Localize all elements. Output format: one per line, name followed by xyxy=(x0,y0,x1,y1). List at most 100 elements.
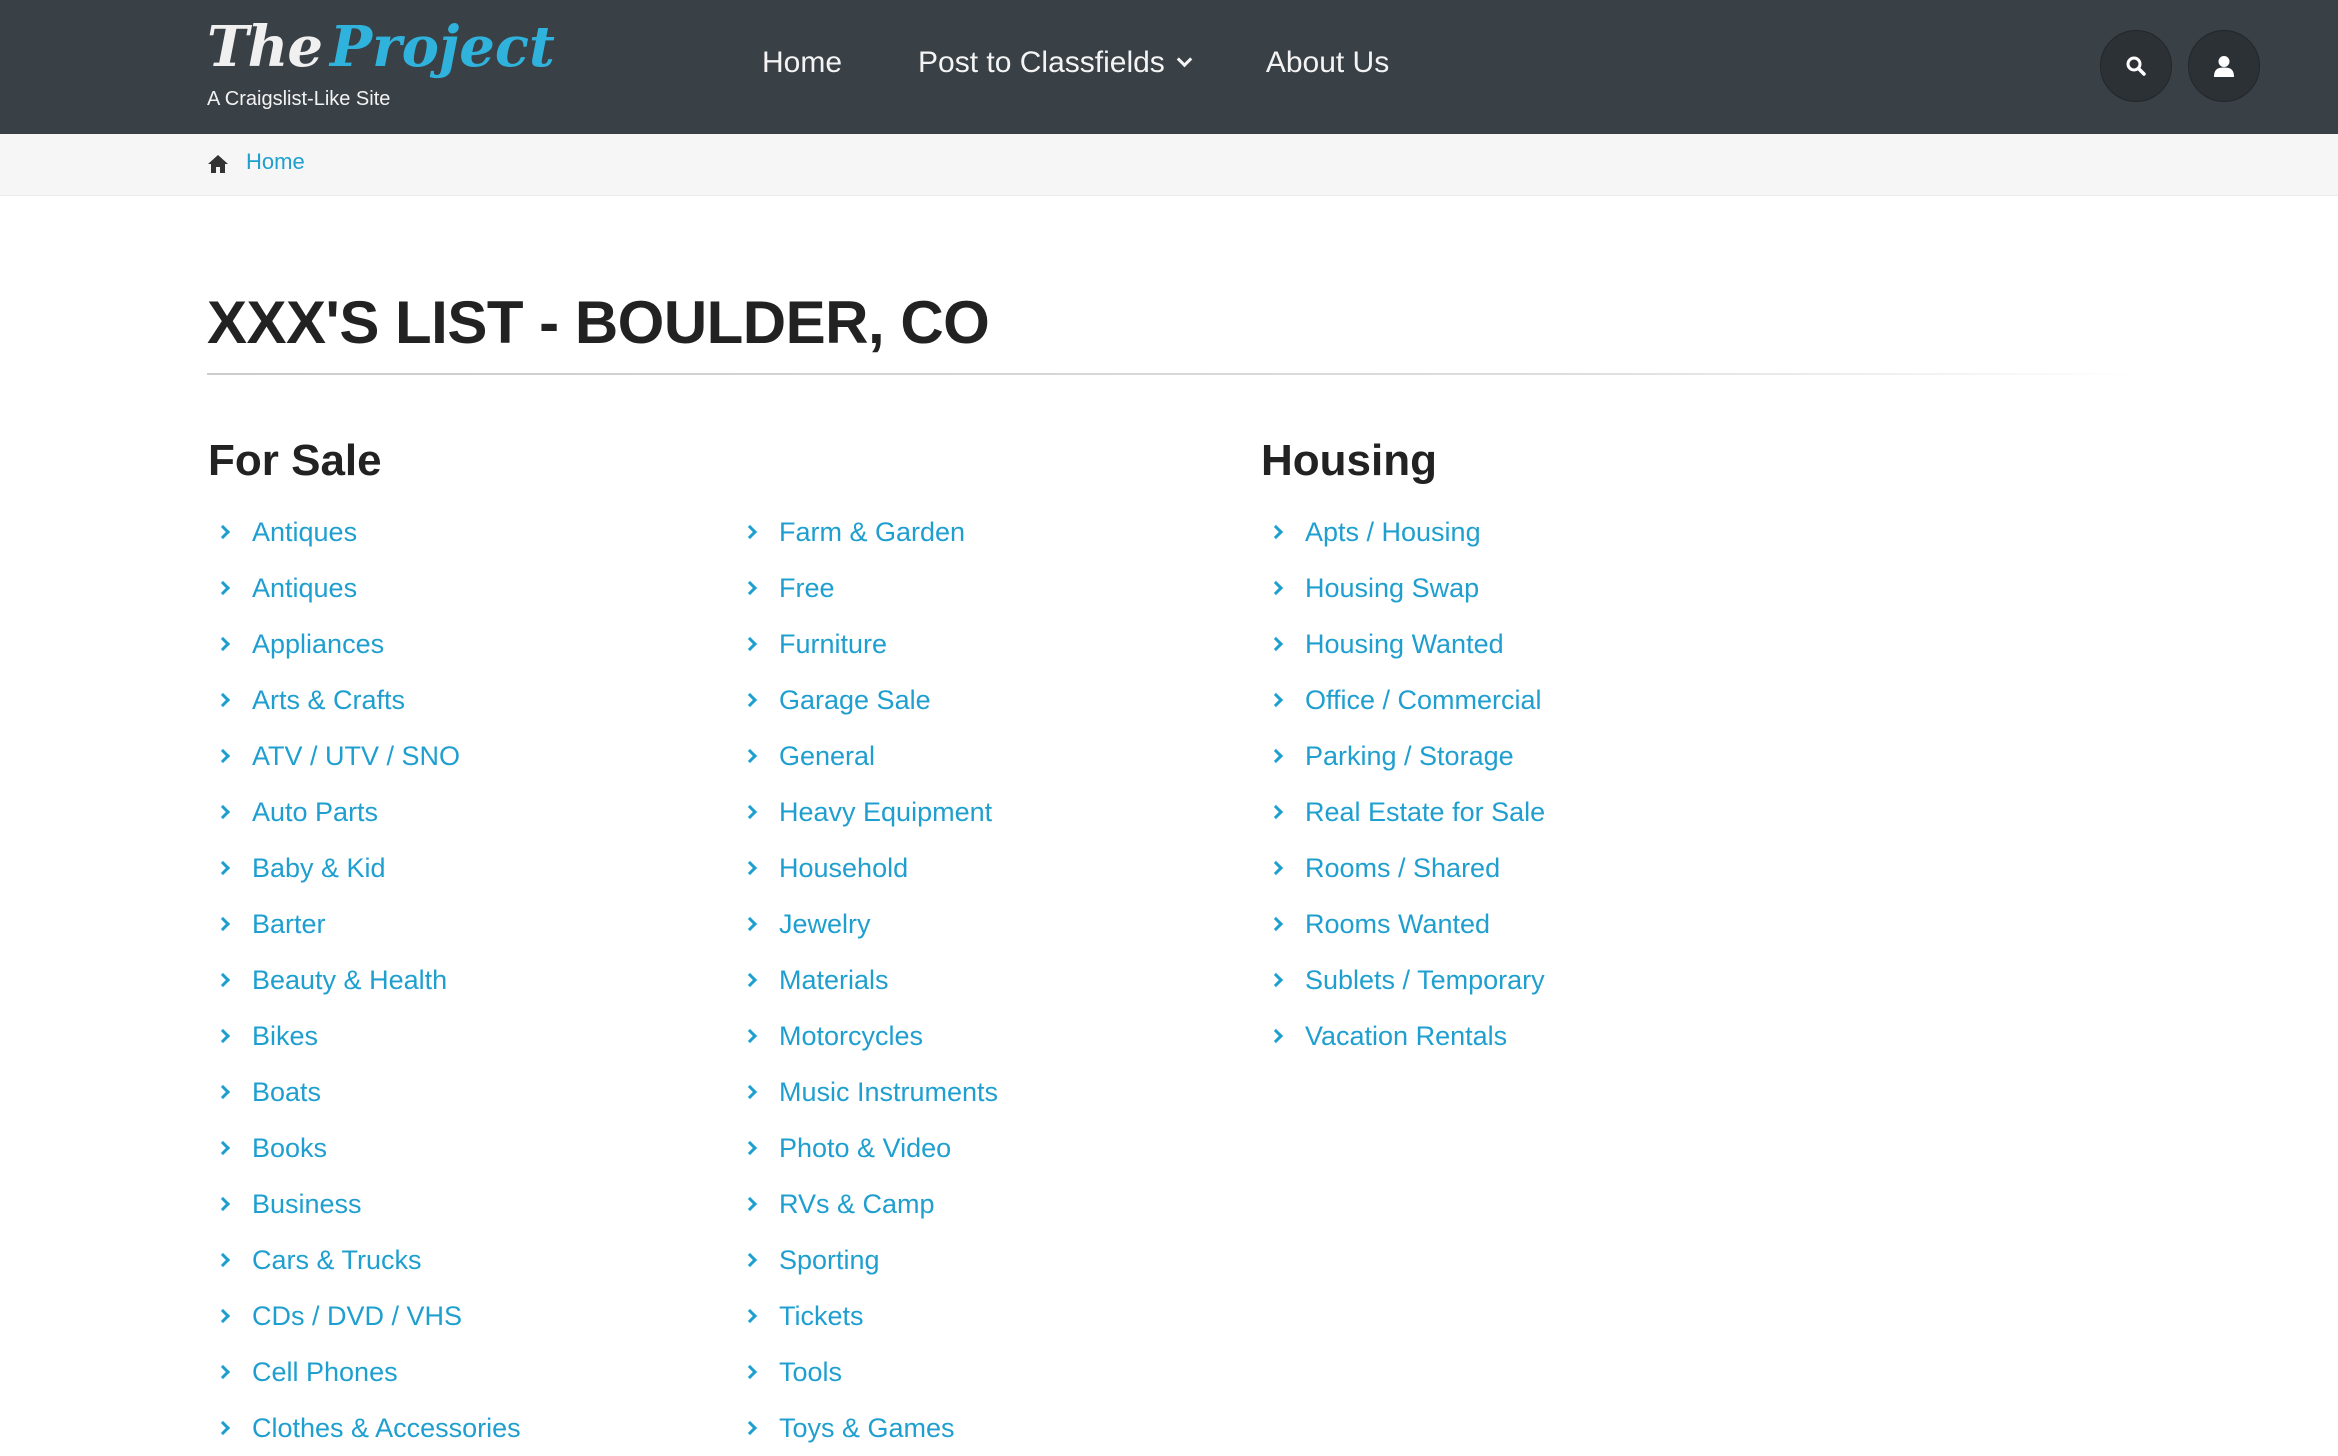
category-link[interactable]: Jewelry xyxy=(742,896,998,952)
category-label: Real Estate for Sale xyxy=(1305,796,1546,827)
category-label: Music Instruments xyxy=(779,1076,999,1107)
category-link[interactable]: Rooms / Shared xyxy=(1268,840,1545,896)
site-logo[interactable]: The Project xyxy=(207,14,555,80)
category-label: Bikes xyxy=(252,1020,319,1051)
category-link[interactable]: Free xyxy=(742,560,998,616)
nav-home-label: Home xyxy=(762,46,843,79)
category-label: Furniture xyxy=(779,628,888,659)
category-link[interactable]: Housing Swap xyxy=(1268,560,1545,616)
nav-home[interactable]: Home xyxy=(762,46,842,80)
category-link[interactable]: Bikes xyxy=(215,1008,521,1064)
chevron-right-icon xyxy=(215,972,231,988)
category-link[interactable]: Boats xyxy=(215,1064,521,1120)
for-sale-column-2: Farm & Garden Free Furniture Garage Sale Gen… xyxy=(742,504,999,1456)
category-link[interactable]: Tickets xyxy=(742,1288,998,1344)
category-link[interactable]: Antiques xyxy=(215,560,521,616)
category-label: Free xyxy=(779,572,835,603)
category-link[interactable]: Heavy Equipment xyxy=(742,784,998,840)
category-label: Cars & Trucks xyxy=(252,1244,422,1275)
category-label: RVs & Camp xyxy=(779,1188,935,1219)
chevron-right-icon xyxy=(1268,580,1284,596)
category-label: Clothes & Accessories xyxy=(252,1412,521,1443)
category-link[interactable]: Household xyxy=(742,840,998,896)
category-link[interactable]: Apts / Housing xyxy=(1268,504,1545,560)
chevron-right-icon xyxy=(215,748,231,764)
category-link[interactable]: RVs & Camp xyxy=(742,1176,998,1232)
category-link[interactable]: Parking / Storage xyxy=(1268,728,1545,784)
category-link[interactable]: Garage Sale xyxy=(742,672,998,728)
chevron-right-icon xyxy=(215,1308,231,1324)
category-link[interactable]: Baby & Kid xyxy=(215,840,521,896)
nav-about-label: About Us xyxy=(1265,46,1390,79)
category-link[interactable]: Antiques xyxy=(215,504,521,560)
category-link[interactable]: Auto Parts xyxy=(215,784,521,840)
chevron-right-icon xyxy=(742,1140,758,1156)
category-link[interactable]: Motorcycles xyxy=(742,1008,998,1064)
search-icon xyxy=(2126,56,2146,76)
category-link[interactable]: Barter xyxy=(215,896,521,952)
chevron-right-icon xyxy=(1268,804,1284,820)
chevron-right-icon xyxy=(742,524,758,540)
nav-post-to-classfields[interactable]: Post to Classfields xyxy=(918,46,1193,80)
category-link[interactable]: Sublets / Temporary xyxy=(1268,952,1545,1008)
chevron-right-icon xyxy=(215,1084,231,1100)
chevron-right-icon xyxy=(215,1364,231,1380)
chevron-right-icon xyxy=(215,1140,231,1156)
category-link[interactable]: Books xyxy=(215,1120,521,1176)
chevron-right-icon xyxy=(1268,860,1284,876)
category-label: Toys & Games xyxy=(779,1412,955,1443)
category-link[interactable]: Furniture xyxy=(742,616,998,672)
category-link[interactable]: CDs / DVD / VHS xyxy=(215,1288,521,1344)
category-label: Sporting xyxy=(779,1244,880,1275)
category-link[interactable]: Real Estate for Sale xyxy=(1268,784,1546,840)
category-label: Housing Swap xyxy=(1305,572,1480,603)
user-button[interactable] xyxy=(2188,30,2260,102)
search-button[interactable] xyxy=(2100,30,2172,102)
chevron-right-icon xyxy=(742,860,758,876)
category-label: Antiques xyxy=(252,516,358,547)
category-link[interactable]: Materials xyxy=(742,952,998,1008)
category-label: Garage Sale xyxy=(779,684,931,715)
category-link[interactable]: Arts & Crafts xyxy=(215,672,521,728)
category-link[interactable]: Sporting xyxy=(742,1232,998,1288)
category-link[interactable]: Tools xyxy=(742,1344,998,1400)
category-link[interactable]: ATV / UTV / SNO xyxy=(215,728,521,784)
section-heading-for-sale: For Sale xyxy=(208,436,382,485)
chevron-right-icon xyxy=(1268,916,1284,932)
category-label: Jewelry xyxy=(779,908,871,939)
chevron-right-icon xyxy=(215,524,231,540)
nav-about-us[interactable]: About Us xyxy=(1266,46,1389,80)
category-label: Rooms Wanted xyxy=(1305,908,1491,939)
chevron-right-icon xyxy=(1268,972,1284,988)
housing-column: Apts / Housing Housing Swap Housing Wanted… xyxy=(1268,504,1546,1064)
nav-post-label: Post to Classfields xyxy=(918,46,1165,79)
user-icon xyxy=(2214,56,2234,77)
category-link[interactable]: Vacation Rentals xyxy=(1268,1008,1545,1064)
category-link[interactable]: Photo & Video xyxy=(742,1120,998,1176)
category-link[interactable]: Business xyxy=(215,1176,521,1232)
category-link[interactable]: Cars & Trucks xyxy=(215,1232,521,1288)
category-link[interactable]: Beauty & Health xyxy=(215,952,521,1008)
chevron-right-icon xyxy=(215,804,231,820)
category-link[interactable]: Cell Phones xyxy=(215,1344,521,1400)
category-link[interactable]: Rooms Wanted xyxy=(1268,896,1545,952)
breadcrumb-home-link[interactable]: Home xyxy=(246,149,305,175)
category-label: Books xyxy=(252,1132,328,1163)
chevron-right-icon xyxy=(215,636,231,652)
category-label: Photo & Video xyxy=(779,1132,952,1163)
category-label: Barter xyxy=(252,908,326,939)
chevron-right-icon xyxy=(742,580,758,596)
category-label: Antiques xyxy=(252,572,358,603)
category-link[interactable]: Appliances xyxy=(215,616,521,672)
category-link[interactable]: Housing Wanted xyxy=(1268,616,1545,672)
category-link[interactable]: Office / Commercial xyxy=(1268,672,1545,728)
category-link[interactable]: General xyxy=(742,728,998,784)
section-heading-housing: Housing xyxy=(1261,436,1437,485)
category-link[interactable]: Music Instruments xyxy=(742,1064,999,1120)
for-sale-column-1: Antiques Antiques Appliances Arts & Crafts A… xyxy=(215,504,521,1456)
chevron-right-icon xyxy=(742,1364,758,1380)
chevron-right-icon xyxy=(215,692,231,708)
main-nav: Home Post to Classfields About Us xyxy=(762,46,1465,80)
site-tagline: A Craigslist-Like Site xyxy=(207,88,391,110)
category-link[interactable]: Farm & Garden xyxy=(742,504,998,560)
